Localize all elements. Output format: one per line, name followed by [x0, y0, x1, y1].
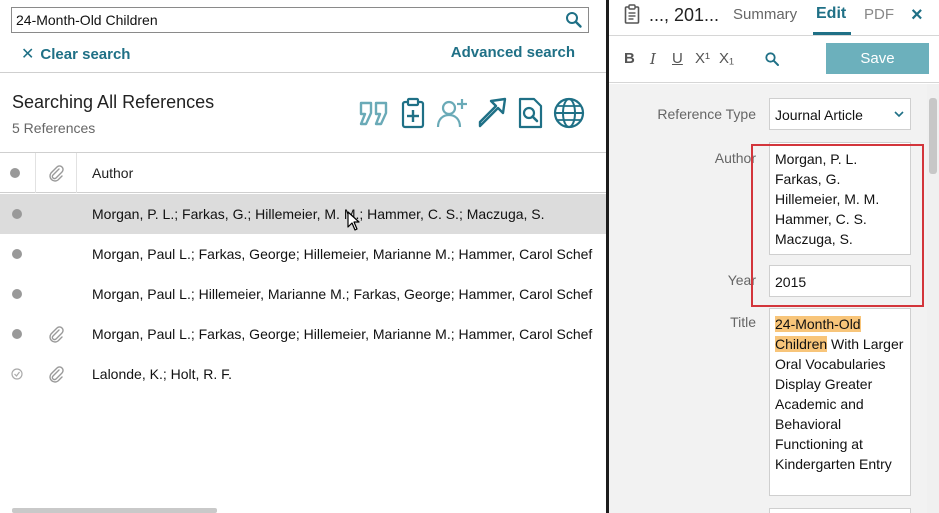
next-field[interactable] [769, 508, 911, 513]
row-author: Morgan, P. L.; Farkas, G.; Hillemeier, M… [92, 206, 545, 222]
year-label: Year [727, 272, 756, 288]
italic-button[interactable]: I [650, 50, 656, 68]
unread-dot-icon[interactable] [12, 249, 22, 259]
tab-summary[interactable]: Summary [733, 6, 797, 23]
row-author: Morgan, Paul L.; Farkas, George; Hilleme… [92, 246, 593, 262]
title-text: With Larger Oral Vocabularies Display Gr… [775, 336, 904, 472]
add-user-icon[interactable] [435, 96, 469, 130]
reference-short-title: ..., 201... [649, 5, 720, 25]
bold-button[interactable]: B [624, 50, 635, 67]
list-toolbar [357, 96, 586, 130]
table-row[interactable]: Morgan, Paul L.; Farkas, George; Hilleme… [0, 234, 606, 274]
row-author: Morgan, Paul L.; Hillemeier, Marianne M.… [92, 286, 593, 302]
search-icon[interactable] [564, 10, 584, 30]
reference-type-select[interactable]: Journal Article [769, 98, 911, 130]
save-button[interactable]: Save [826, 43, 929, 74]
title-field[interactable]: 24-Month-Old Children With Larger Oral V… [769, 308, 911, 496]
read-status-column-icon[interactable] [10, 168, 20, 178]
close-icon[interactable]: × [911, 4, 923, 27]
tab-edit[interactable]: Edit [816, 5, 846, 23]
reference-type-label: Reference Type [657, 106, 756, 122]
reference-count: 5 References [12, 120, 96, 136]
globe-icon[interactable] [552, 96, 586, 130]
subscript-button[interactable]: X₁ [719, 50, 734, 67]
unread-dot-icon[interactable] [12, 209, 22, 219]
author-entry: Hillemeier, M. M. [775, 191, 880, 207]
clipboard-icon [624, 4, 640, 24]
reference-detail-pane: ..., 201... Summary Edit PDF × B I U X¹ … [609, 0, 939, 513]
read-check-icon[interactable] [11, 368, 23, 380]
chevron-down-icon [894, 111, 904, 118]
search-icon[interactable] [764, 51, 780, 67]
title-label: Title [730, 314, 756, 330]
underline-button[interactable]: U [672, 50, 683, 67]
horizontal-scrollbar[interactable] [12, 508, 217, 513]
active-tab-indicator [813, 32, 851, 35]
row-author: Morgan, Paul L.; Farkas, George; Hilleme… [92, 326, 593, 342]
group-title: Searching All References [12, 92, 215, 112]
panel-header: ..., 201... Summary Edit PDF × [609, 0, 939, 36]
clipboard-add-icon[interactable] [396, 96, 430, 130]
author-entry: Farkas, G. [775, 171, 841, 187]
row-author: Lalonde, K.; Holt, R. F. [92, 366, 233, 382]
column-divider[interactable] [76, 153, 77, 193]
author-label: Author [714, 150, 756, 166]
column-divider[interactable] [35, 153, 36, 193]
edit-form: Reference Type Journal Article Author Mo… [609, 84, 927, 513]
table-row[interactable]: Morgan, Paul L.; Farkas, George; Hilleme… [0, 314, 606, 354]
clear-search-label: Clear search [40, 46, 131, 63]
share-arrow-icon[interactable] [474, 96, 508, 130]
clear-search-button[interactable]: ✕ Clear search [21, 44, 130, 64]
paperclip-icon[interactable] [47, 325, 65, 343]
author-field[interactable]: Morgan, P. L. Farkas, G. Hillemeier, M. … [769, 142, 911, 255]
unread-dot-icon[interactable] [12, 289, 22, 299]
close-icon: ✕ [21, 46, 35, 63]
advanced-search-link[interactable]: Advanced search [451, 44, 575, 61]
paperclip-icon[interactable] [47, 164, 65, 182]
author-entry: Maczuga, S. [775, 231, 853, 247]
table-row[interactable]: Morgan, Paul L.; Hillemeier, Marianne M.… [0, 274, 606, 314]
formatting-toolbar: B I U X¹ X₁ Save [609, 37, 939, 83]
table-row[interactable]: Lalonde, K.; Holt, R. F. [0, 354, 606, 394]
search-document-icon[interactable] [513, 96, 547, 130]
column-header: Author [0, 153, 606, 193]
year-field[interactable]: 2015 [769, 265, 911, 297]
author-entry: Hammer, C. S. [775, 211, 867, 227]
year-value: 2015 [775, 274, 807, 290]
quote-icon[interactable] [357, 96, 391, 130]
reference-list-pane: ✕ Clear search Advanced search Searching … [0, 0, 606, 513]
mouse-cursor-icon [347, 211, 360, 231]
author-entry: Morgan, P. L. [775, 151, 858, 167]
unread-dot-icon[interactable] [12, 329, 22, 339]
reference-type-value: Journal Article [775, 107, 863, 123]
vertical-scrollbar-thumb[interactable] [929, 98, 937, 174]
column-author[interactable]: Author [92, 165, 133, 181]
table-row[interactable]: Morgan, P. L.; Farkas, G.; Hillemeier, M… [0, 194, 606, 234]
divider [0, 72, 606, 73]
paperclip-icon[interactable] [47, 365, 65, 383]
search-input[interactable] [16, 11, 556, 29]
search-box [11, 7, 589, 33]
tab-pdf[interactable]: PDF [864, 6, 894, 23]
superscript-button[interactable]: X¹ [695, 50, 710, 67]
